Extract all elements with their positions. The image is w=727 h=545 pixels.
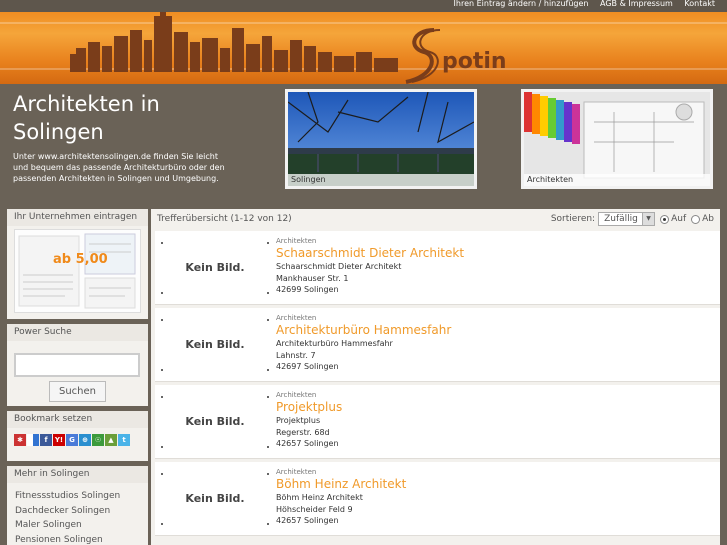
city-skyline-graphic bbox=[70, 12, 398, 72]
more-link-dachdecker[interactable]: Dachdecker Solingen bbox=[15, 504, 148, 519]
sidebar: Ihr Unternehmen eintragen ab 5,00 Power … bbox=[7, 209, 148, 545]
register-company-banner[interactable]: ab 5,00 bbox=[14, 229, 141, 313]
more-link-fitnessstudios[interactable]: Fitnessstudios Solingen bbox=[15, 489, 148, 504]
no-image-label: Kein Bild. bbox=[185, 492, 245, 505]
bookmark-icons: ✱ f Y! G ⊕ ☉ ▲ t bbox=[7, 428, 148, 446]
entry-company: Architekturbüro Hammesfahr bbox=[276, 339, 393, 348]
svg-text:potin: potin bbox=[442, 49, 507, 74]
entry-category: Architekten bbox=[276, 468, 317, 476]
more-links-list: Fitnessstudios Solingen Dachdecker Solin… bbox=[7, 483, 148, 545]
entry-title-link[interactable]: Architekturbüro Hammesfahr bbox=[276, 323, 451, 338]
entry-street: Höhscheider Feld 9 bbox=[276, 504, 353, 514]
more-link-maler[interactable]: Maler Solingen bbox=[15, 518, 148, 533]
results-summary: Trefferübersicht (1-12 von 12) bbox=[157, 214, 292, 224]
google-icon[interactable]: G bbox=[66, 434, 78, 446]
sort-asc-radio[interactable] bbox=[660, 214, 670, 224]
photo-caption: Solingen bbox=[288, 174, 474, 186]
top-link-bar: Ihren Eintrag ändern / hinzufügen AGB & … bbox=[0, 0, 727, 12]
register-company-title[interactable]: Ihr Unternehmen eintragen bbox=[7, 209, 148, 226]
yahoo-icon[interactable]: Y! bbox=[53, 434, 65, 446]
entry-street: Regerstr. 68d bbox=[276, 427, 330, 437]
bridge-photo bbox=[288, 92, 474, 186]
entry-city: 42697 Solingen bbox=[276, 362, 339, 371]
power-search-title: Power Suche bbox=[7, 324, 148, 341]
no-image-label: Kein Bild. bbox=[185, 338, 245, 351]
entry-category: Architekten bbox=[276, 237, 317, 245]
mister-wong-icon[interactable]: ✱ bbox=[14, 434, 26, 446]
sort-value: Zufällig bbox=[604, 214, 638, 224]
entry-street: Mankhauser Str. 1 bbox=[276, 273, 349, 283]
link-kontakt[interactable]: Kontakt bbox=[684, 0, 715, 8]
entry-street: Lahnstr. 7 bbox=[276, 350, 316, 360]
result-entry: Kein Bild. Architekten Projektplus Proje… bbox=[155, 385, 720, 459]
entry-company: Projektplus bbox=[276, 416, 321, 425]
spotin-logo[interactable]: potin bbox=[404, 26, 519, 84]
results-header: Trefferübersicht (1-12 von 12) Sortieren… bbox=[151, 209, 720, 229]
top-links: Ihren Eintrag ändern / hinzufügen AGB & … bbox=[445, 0, 715, 8]
header-banner: potin bbox=[0, 12, 727, 84]
register-company-box: Ihr Unternehmen eintragen ab 5,00 bbox=[7, 209, 148, 319]
result-entry: Kein Bild. Architekten Schaarschmidt Die… bbox=[155, 231, 720, 305]
entry-city: 42657 Solingen bbox=[276, 516, 339, 525]
chevron-down-icon: ▼ bbox=[642, 213, 655, 225]
webnews-icon[interactable]: ▲ bbox=[105, 434, 117, 446]
photo-architekten[interactable]: Architekten bbox=[521, 89, 713, 189]
more-in-solingen-title: Mehr in Solingen bbox=[7, 466, 148, 483]
entry-title-link[interactable]: Projektplus bbox=[276, 400, 342, 415]
bookmark-box: Bookmark setzen ✱ f Y! G ⊕ ☉ ▲ t bbox=[7, 411, 148, 461]
entry-category: Architekten bbox=[276, 314, 317, 322]
page-title: Architekten in Solingen bbox=[13, 92, 160, 144]
results-panel: Trefferübersicht (1-12 von 12) Sortieren… bbox=[151, 209, 720, 545]
no-image-label: Kein Bild. bbox=[185, 415, 245, 428]
entry-thumbnail[interactable]: Kein Bild. bbox=[159, 311, 271, 379]
photo-solingen[interactable]: Solingen bbox=[285, 89, 477, 189]
blueprint-photo bbox=[524, 92, 710, 186]
price-badge: ab 5,00 bbox=[53, 252, 108, 267]
search-input[interactable] bbox=[14, 353, 140, 377]
no-image-label: Kein Bild. bbox=[185, 261, 245, 274]
sort-label: Sortieren: bbox=[550, 214, 596, 224]
page-edge bbox=[720, 209, 727, 545]
photo-caption: Architekten bbox=[524, 174, 710, 186]
linkarena-icon[interactable]: ⊕ bbox=[79, 434, 91, 446]
entry-title-link[interactable]: Schaarschmidt Dieter Architekt bbox=[276, 246, 464, 261]
sort-asc-label: Auf bbox=[671, 214, 687, 224]
entry-company: Schaarschmidt Dieter Architekt bbox=[276, 262, 402, 271]
intro-text: Unter www.architektensolingen.de finden … bbox=[13, 152, 225, 183]
entry-category: Architekten bbox=[276, 391, 317, 399]
entry-company: Böhm Heinz Architekt bbox=[276, 493, 363, 502]
link-agb-impressum[interactable]: AGB & Impressum bbox=[600, 0, 673, 8]
entry-city: 42657 Solingen bbox=[276, 439, 339, 448]
sort-select[interactable]: Zufällig ▼ bbox=[598, 212, 656, 226]
entry-thumbnail[interactable]: Kein Bild. bbox=[159, 234, 271, 302]
sort-desc-radio[interactable] bbox=[691, 214, 701, 224]
twitter-icon[interactable]: t bbox=[118, 434, 130, 446]
stumbleupon-icon[interactable]: ☉ bbox=[92, 434, 104, 446]
entry-title-link[interactable]: Böhm Heinz Architekt bbox=[276, 477, 406, 492]
facebook-icon[interactable]: f bbox=[40, 434, 52, 446]
entry-thumbnail[interactable]: Kein Bild. bbox=[159, 388, 271, 456]
entry-thumbnail[interactable]: Kein Bild. bbox=[159, 465, 271, 533]
search-button[interactable]: Suchen bbox=[49, 381, 106, 402]
sort-desc-label: Ab bbox=[702, 214, 714, 224]
result-entry: Kein Bild. Architekten Böhm Heinz Archit… bbox=[155, 462, 720, 536]
delicious-icon[interactable] bbox=[27, 434, 39, 446]
bookmark-title: Bookmark setzen bbox=[7, 411, 148, 428]
entry-city: 42699 Solingen bbox=[276, 285, 339, 294]
power-search-box: Power Suche Suchen bbox=[7, 324, 148, 406]
hero-section: Architekten in Solingen Unter www.archit… bbox=[0, 84, 727, 206]
link-edit-entry[interactable]: Ihren Eintrag ändern / hinzufügen bbox=[454, 0, 589, 8]
more-in-solingen-box: Mehr in Solingen Fitnessstudios Solingen… bbox=[7, 466, 148, 545]
more-link-pensionen[interactable]: Pensionen Solingen bbox=[15, 533, 148, 545]
result-entry: Kein Bild. Architekten Architekturbüro H… bbox=[155, 308, 720, 382]
